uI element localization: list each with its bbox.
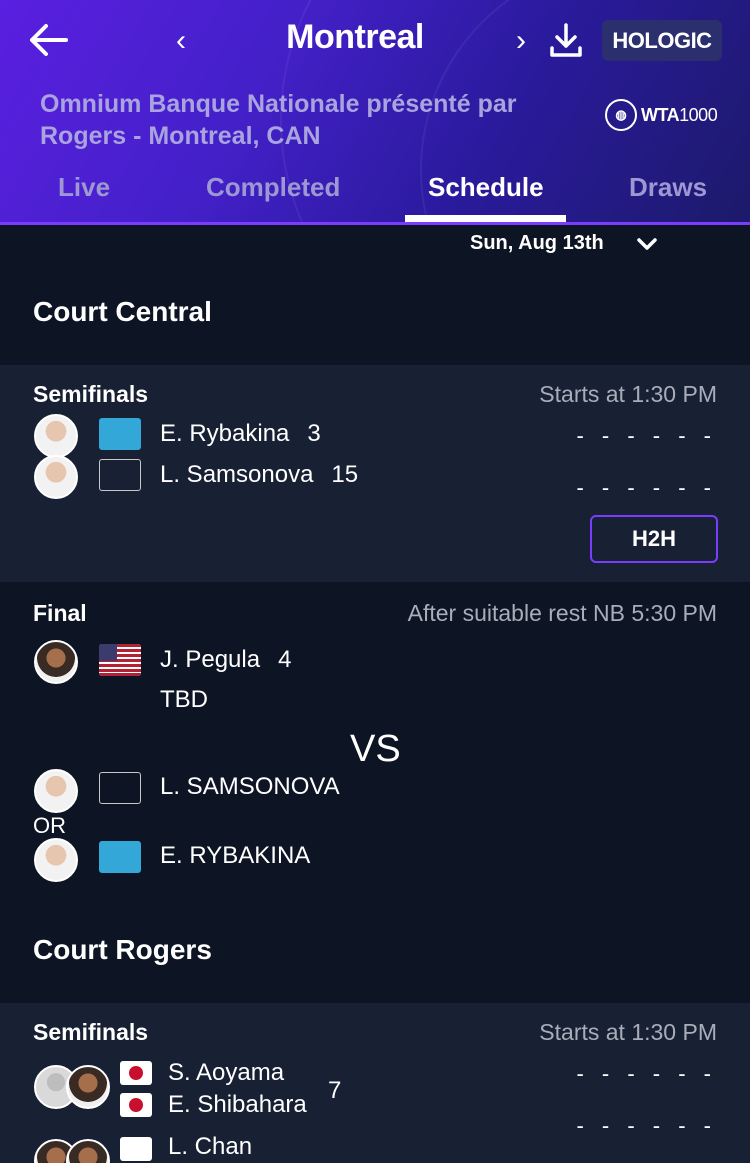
active-tab-indicator <box>405 215 566 222</box>
wta-label: WTA <box>641 104 680 125</box>
app-header: ‹ Montreal › HOLOGIC Omnium Banque Natio… <box>0 0 750 225</box>
player-seed: 15 <box>331 461 359 488</box>
wta-level: 1000 <box>679 104 718 125</box>
player-name[interactable]: L. SAMSONOVA <box>160 773 340 801</box>
match-card-semifinal-2[interactable]: Semifinals Starts at 1:30 PM S. Aoyama E… <box>0 1003 750 1163</box>
flag-placeholder-icon <box>99 459 141 491</box>
court-title: Court Rogers <box>33 934 212 965</box>
player-seed: 3 <box>307 420 321 447</box>
header-divider <box>0 222 750 225</box>
player-avatar <box>66 1065 110 1109</box>
sponsor-logo: HOLOGIC <box>602 20 722 61</box>
tournament-name: Omnium Banque Nationale présenté par Rog… <box>40 90 517 150</box>
h2h-button[interactable]: H2H <box>590 515 718 563</box>
match-start-time: After suitable rest NB 5:30 PM <box>407 600 717 626</box>
player-name[interactable]: E. RYBAKINA <box>160 842 310 870</box>
player-avatar <box>34 455 78 499</box>
tab-completed[interactable]: Completed <box>206 172 340 203</box>
match-start-time: Starts at 1:30 PM <box>539 381 717 407</box>
chinese-taipei-flag-icon <box>120 1137 152 1161</box>
player-name[interactable]: L. Chan <box>168 1133 252 1161</box>
player-avatar <box>66 1139 110 1163</box>
player-avatar <box>34 640 78 684</box>
wta-ball-icon: ◍ <box>605 99 637 131</box>
kazakhstan-flag-icon <box>99 841 141 873</box>
player-name[interactable]: S. Aoyama <box>168 1059 284 1087</box>
download-icon[interactable] <box>548 22 584 58</box>
or-label: OR <box>33 813 66 838</box>
player-score: - - - - - - <box>576 423 717 448</box>
japan-flag-icon <box>120 1061 152 1085</box>
page-title: Montreal <box>286 18 424 56</box>
next-tournament-chevron-icon[interactable]: › <box>516 24 526 58</box>
player-score: - - - - - - <box>576 475 717 500</box>
team-score: - - - - - - <box>576 1113 717 1138</box>
court-title: Court Central <box>33 296 212 327</box>
japan-flag-icon <box>120 1093 152 1117</box>
tab-schedule[interactable]: Schedule <box>428 172 544 203</box>
team-seed: 7 <box>328 1077 342 1104</box>
player-avatar <box>34 838 78 882</box>
player-name[interactable]: L. Samsonova 15 <box>160 461 358 489</box>
usa-flag-icon <box>99 644 141 676</box>
team-score: - - - - - - <box>576 1061 717 1086</box>
chevron-down-icon[interactable] <box>636 236 658 252</box>
flag-placeholder-icon <box>99 772 141 804</box>
vs-label: VS <box>350 728 401 770</box>
match-round: Semifinals <box>33 1019 149 1045</box>
player-name[interactable]: E. Rybakina 3 <box>160 420 321 448</box>
player-name[interactable]: E. Shibahara <box>168 1091 307 1119</box>
back-arrow-icon[interactable] <box>28 22 68 58</box>
tab-live[interactable]: Live <box>58 172 110 203</box>
player-name[interactable]: J. Pegula 4 <box>160 646 291 674</box>
wta-1000-logo: ◍ WTA1000 <box>605 97 718 133</box>
tbd-label: TBD <box>160 686 208 713</box>
player-seed: 4 <box>278 646 292 673</box>
match-start-time: Starts at 1:30 PM <box>539 1019 717 1045</box>
tab-draws[interactable]: Draws <box>629 172 707 203</box>
match-round: Semifinals <box>33 381 149 407</box>
player-avatar <box>34 769 78 813</box>
previous-tournament-chevron-icon[interactable]: ‹ <box>176 24 186 58</box>
player-avatar <box>34 414 78 458</box>
kazakhstan-flag-icon <box>99 418 141 450</box>
date-selector[interactable]: Sun, Aug 13th <box>470 232 604 255</box>
match-round: Final <box>33 600 87 626</box>
